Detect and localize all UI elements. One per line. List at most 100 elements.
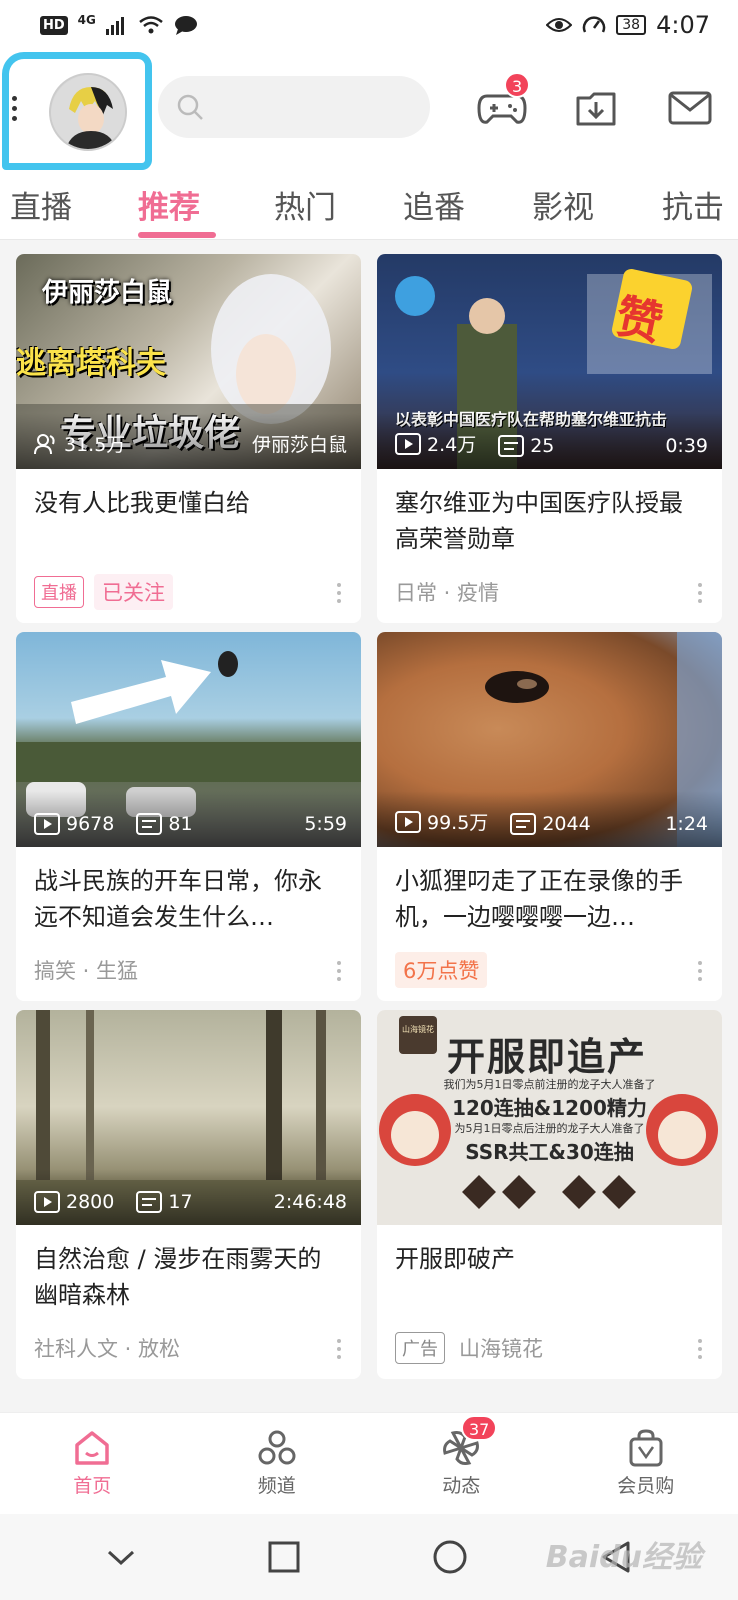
- video-card[interactable]: 2800 17 2:46:48 自然治愈 / 漫步在雨雾天的幽暗森林 社科人文 …: [16, 1010, 361, 1379]
- play-icon: [395, 810, 421, 833]
- video-category: 社科人文 · 放松: [34, 1337, 181, 1361]
- danmaku-icon: [498, 435, 525, 457]
- ad-title[interactable]: 开服即破产: [377, 1225, 722, 1317]
- avatar-highlight: [2, 52, 152, 170]
- video-title[interactable]: 小狐狸叼走了正在录像的手机，一边嘤嘤嘤一边…: [377, 847, 722, 939]
- status-bar: HD 4G 38 4:07: [0, 0, 738, 50]
- danmaku-icon: [136, 1191, 163, 1213]
- card-footer: 社科人文 · 放松: [16, 1317, 361, 1379]
- watermark: Baidu经验: [545, 1540, 702, 1575]
- card-footer: 6万点赞: [377, 939, 722, 1001]
- bottom-navigation: 首页 频道 动态 37 会员购: [0, 1412, 738, 1514]
- play-count: 2800: [34, 1191, 114, 1213]
- card-footer: 直播 已关注: [16, 561, 361, 623]
- thumbnail-stats: 9678 81 5:59: [16, 791, 361, 847]
- nav-dynamic[interactable]: 动态 37: [369, 1413, 554, 1514]
- video-title[interactable]: 塞尔维亚为中国医疗队授最高荣誉勋章: [377, 469, 722, 561]
- tab-recommend[interactable]: 推荐: [138, 182, 200, 227]
- nav-home[interactable]: 首页: [0, 1413, 185, 1514]
- video-title[interactable]: 自然治愈 / 漫步在雨雾天的幽暗森林: [16, 1225, 361, 1317]
- advertiser-name: 山海镜花: [459, 1337, 543, 1361]
- more-options-icon[interactable]: [337, 1339, 341, 1359]
- danmaku-count: 81: [136, 813, 193, 835]
- more-options-icon[interactable]: [337, 583, 341, 603]
- tab-hot[interactable]: 热门: [274, 182, 336, 227]
- danmaku-count: 2044: [510, 813, 591, 835]
- message-button[interactable]: [662, 80, 718, 136]
- nav-vip-shop[interactable]: 会员购: [554, 1413, 738, 1514]
- likes-tag: 6万点赞: [395, 952, 488, 988]
- danmaku-icon: [136, 813, 163, 835]
- video-category: 日常 · 疫情: [395, 581, 500, 605]
- video-thumbnail[interactable]: 2800 17 2:46:48: [16, 1010, 361, 1225]
- ad-card[interactable]: 山海镜花 开服即追产 我们为5月1日零点前注册的龙子大人准备了 120连抽&12…: [377, 1010, 722, 1379]
- thumbnail-caption: 开服即追产: [447, 1035, 648, 1079]
- mail-icon: [668, 91, 712, 125]
- danmaku-icon: [510, 813, 537, 835]
- nav-channel[interactable]: 频道: [185, 1413, 370, 1514]
- tab-fight[interactable]: 抗击: [662, 182, 724, 227]
- search-input[interactable]: [212, 95, 412, 119]
- download-button[interactable]: [568, 80, 624, 136]
- signal-icon: [105, 17, 124, 35]
- video-card[interactable]: 伊丽莎白鼠 逃离塔科夫 专业垃圾佬 31.5万 伊丽莎白鼠 没有人比我更懂白给 …: [16, 254, 361, 623]
- video-thumbnail[interactable]: 99.5万 2044 1:24: [377, 632, 722, 847]
- person-icon: [34, 433, 55, 454]
- recent-apps-icon[interactable]: [268, 1541, 300, 1573]
- tab-movies[interactable]: 影视: [532, 182, 594, 227]
- more-options-icon[interactable]: [337, 961, 341, 981]
- more-options-icon[interactable]: [698, 1339, 702, 1359]
- danmaku-count: 25: [498, 435, 554, 457]
- thumbnail-caption: 逃离塔科夫: [16, 346, 166, 381]
- video-card[interactable]: 赞 以表彰中国医疗队在帮助塞尔维亚抗击 2.4万 25 0:39 塞尔维亚为中国…: [377, 254, 722, 623]
- video-thumbnail[interactable]: 9678 81 5:59: [16, 632, 361, 847]
- collapse-icon[interactable]: [106, 1547, 136, 1567]
- more-options-icon[interactable]: [698, 583, 702, 603]
- card-footer: 日常 · 疫情: [377, 561, 722, 623]
- video-duration: 0:39: [665, 435, 708, 457]
- video-card[interactable]: 99.5万 2044 1:24 小狐狸叼走了正在录像的手机，一边嘤嘤嘤一边… 6…: [377, 632, 722, 1001]
- search-icon: [177, 94, 203, 120]
- eye-icon: [546, 18, 573, 32]
- play-count: 9678: [34, 813, 114, 835]
- thumbnail-stats: 31.5万 伊丽莎白鼠: [16, 413, 361, 469]
- video-thumbnail[interactable]: 赞 以表彰中国医疗队在帮助塞尔维亚抗击 2.4万 25 0:39: [377, 254, 722, 469]
- avatar[interactable]: [49, 73, 127, 151]
- shopping-bag-icon: [629, 1429, 663, 1467]
- tab-live[interactable]: 直播: [10, 182, 72, 227]
- card-footer: 广告 山海镜花: [377, 1317, 722, 1379]
- video-card[interactable]: 9678 81 5:59 战斗民族的开车日常，你永远不知道会发生什么… 搞笑 ·…: [16, 632, 361, 1001]
- thumbnail-stats: 2800 17 2:46:48: [16, 1169, 361, 1225]
- play-count: 2.4万: [395, 430, 476, 457]
- video-duration: 5:59: [304, 813, 347, 835]
- tab-active-indicator: [138, 232, 216, 238]
- more-options-icon[interactable]: [698, 961, 702, 981]
- network-label: 4G: [77, 13, 96, 27]
- hd-badge: HD: [40, 15, 68, 35]
- tab-anime[interactable]: 追番: [403, 182, 465, 227]
- thumbnail-stats: 2.4万 25 0:39: [377, 413, 722, 469]
- thumbnail-stats: 99.5万 2044 1:24: [377, 791, 722, 847]
- play-icon: [34, 1191, 60, 1213]
- danmaku-count: 17: [136, 1191, 193, 1213]
- thumbnail-caption: 为5月1日零点后注册的龙子大人准备了: [454, 1122, 645, 1135]
- ad-thumbnail[interactable]: 山海镜花 开服即追产 我们为5月1日零点前注册的龙子大人准备了 120连抽&12…: [377, 1010, 722, 1225]
- play-icon: [34, 813, 60, 835]
- video-thumbnail[interactable]: 伊丽莎白鼠 逃离塔科夫 专业垃圾佬 31.5万 伊丽莎白鼠: [16, 254, 361, 469]
- video-category: 搞笑 · 生猛: [34, 959, 139, 983]
- dynamic-badge: 37: [461, 1415, 498, 1441]
- search-bar[interactable]: [158, 76, 430, 138]
- ad-logo-text: 山海镜花: [402, 1025, 434, 1034]
- channel-icon: [258, 1430, 296, 1465]
- download-icon: [576, 92, 616, 126]
- clock: 4:07: [656, 11, 710, 39]
- video-title[interactable]: 没有人比我更懂白给: [16, 469, 361, 561]
- viewer-stat: 31.5万: [34, 430, 125, 457]
- video-duration: 1:24: [665, 813, 708, 835]
- home-circle-icon[interactable]: [432, 1539, 468, 1575]
- speedometer-icon: [583, 16, 606, 33]
- followed-tag: 已关注: [94, 574, 173, 610]
- video-title[interactable]: 战斗民族的开车日常，你永远不知道会发生什么…: [16, 847, 361, 939]
- game-center-button[interactable]: 3: [474, 72, 531, 136]
- battery-indicator: 38: [616, 15, 647, 35]
